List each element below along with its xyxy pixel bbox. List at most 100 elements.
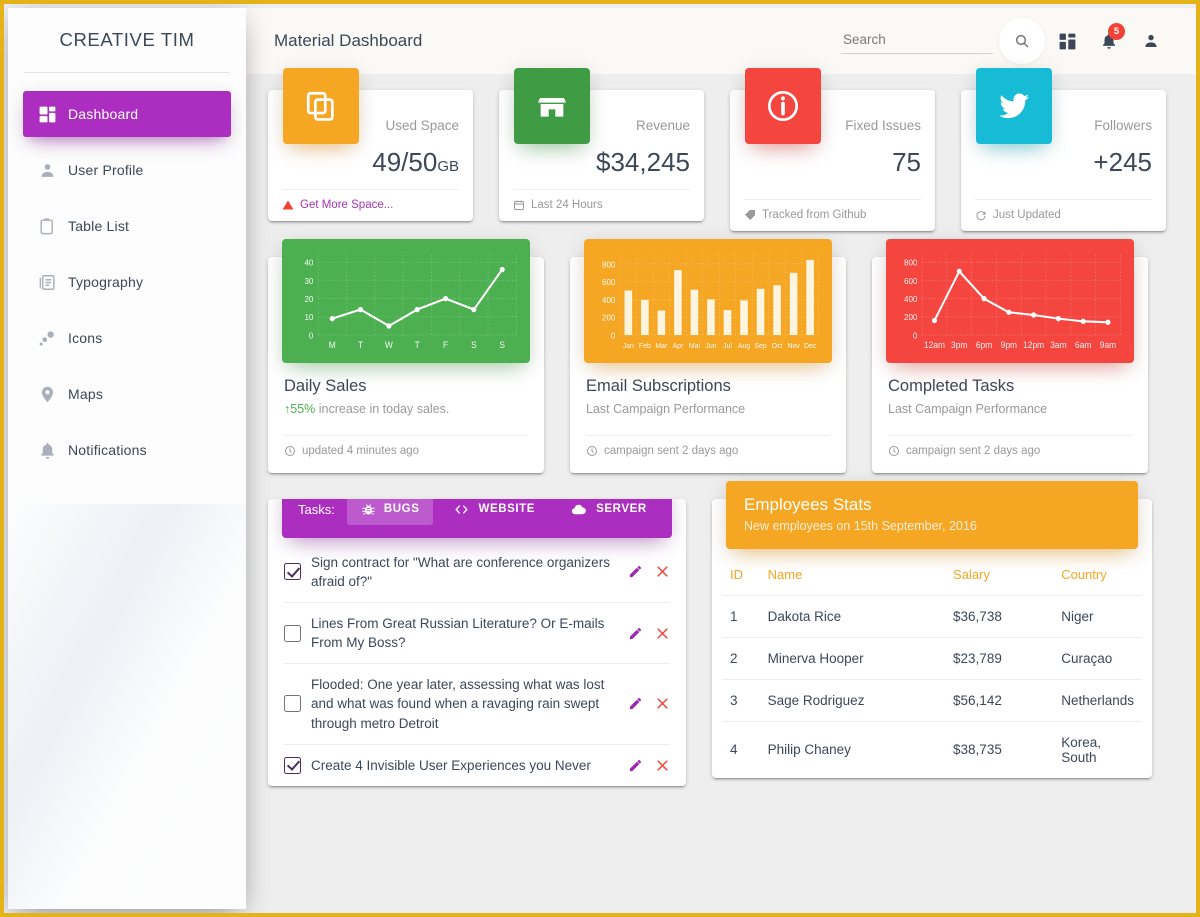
task-actions [628, 626, 670, 641]
svg-text:Sep: Sep [754, 341, 766, 349]
table-row[interactable]: 2 Minerva Hooper $23,789 Curaçao [722, 637, 1142, 680]
stat-number: +245 [1093, 147, 1152, 177]
task-checkbox[interactable] [284, 624, 301, 642]
person-icon [38, 161, 68, 180]
tag-icon [744, 209, 756, 221]
typography-icon [38, 273, 68, 292]
info-icon [745, 68, 821, 144]
store-icon [514, 68, 590, 144]
close-icon[interactable] [655, 626, 670, 641]
cell-country: Korea, South [1061, 734, 1101, 765]
cell-name: Sage Rodriguez [759, 679, 946, 722]
task-checkbox[interactable] [284, 756, 301, 774]
line-chart-svg: 0 10 20 30 40 M T W T F S S [304, 254, 517, 350]
svg-text:200: 200 [904, 312, 918, 322]
search-button[interactable] [999, 18, 1045, 64]
close-icon[interactable] [655, 758, 670, 773]
charts-row: 0 10 20 30 40 M T W T F S S Daily Sales ↑55% increa… [268, 238, 1178, 473]
stat-head: Used Space [282, 68, 459, 148]
search-input[interactable] [841, 28, 993, 54]
svg-text:9am: 9am [1100, 339, 1116, 349]
task-text: Lines From Great Russian Literature? Or … [311, 615, 605, 651]
svg-text:S: S [499, 339, 505, 349]
cell-salary: $38,735 [953, 742, 1002, 758]
table-header-row: ID Name Salary Country [722, 548, 1142, 596]
svg-text:M: M [329, 339, 336, 349]
table-head: ID Name Salary Country [722, 548, 1142, 596]
svg-text:3am: 3am [1050, 339, 1066, 349]
stat-head: Fixed Issues [744, 68, 921, 148]
close-icon[interactable] [655, 696, 670, 711]
sidebar-item-typography[interactable]: Typography [23, 259, 231, 305]
sidebar: CREATIVE TIM Dashboard User Profile Tabl… [8, 8, 246, 909]
pencil-icon[interactable] [628, 626, 643, 641]
chart-footer: campaign sent 2 days ago [586, 434, 830, 467]
chart-body: Email Subscriptions Last Campaign Perfor… [570, 363, 846, 419]
sidebar-item-notifications[interactable]: Notifications [23, 427, 231, 473]
tab-label: WEBSITE [478, 503, 536, 516]
column-header-name[interactable]: Name [759, 548, 946, 596]
pencil-icon[interactable] [628, 696, 643, 711]
tab-bugs[interactable]: BUGS [346, 498, 434, 525]
sidebar-item-maps[interactable]: Maps [23, 371, 231, 417]
cell-id: 2 [722, 637, 760, 680]
cloud-icon [569, 502, 588, 517]
table-row[interactable]: 3 Sage Rodriguez $56,142 Netherlands [722, 679, 1142, 722]
chart-card-email-subscriptions: 0 200 400 600 800 Jan Feb Mar Apr Mai Jun Jul Aug Sep… [570, 238, 846, 473]
tasks-label: Tasks: [298, 501, 335, 517]
svg-text:3pm: 3pm [951, 339, 967, 349]
employees-stats-card: Employees Stats New employees on 15th Se… [712, 480, 1152, 778]
task-row: Lines From Great Russian Literature? Or … [284, 603, 670, 665]
clipboard-icon [38, 217, 68, 236]
chart-title: Email Subscriptions [586, 376, 731, 395]
sidebar-item-label: Icons [68, 330, 103, 346]
pencil-icon[interactable] [628, 564, 643, 579]
sidebar-item-dashboard[interactable]: Dashboard [23, 91, 231, 137]
tab-server[interactable]: SERVER [555, 499, 661, 525]
pencil-icon[interactable] [628, 758, 643, 773]
sidebar-item-table-list[interactable]: Table List [23, 203, 231, 249]
column-header-country[interactable]: Country [1053, 548, 1142, 596]
table-body: 1 Dakota Rice $36,738 Niger 2 Minerva Ho… [722, 595, 1142, 778]
sidebar-item-icons[interactable]: Icons [23, 315, 231, 361]
column-header-id[interactable]: ID [722, 548, 760, 596]
calendar-icon [513, 199, 525, 211]
user-account-button[interactable] [1131, 21, 1171, 61]
table-row[interactable]: 1 Dakota Rice $36,738 Niger [722, 595, 1142, 638]
svg-text:Aug: Aug [738, 341, 750, 349]
stat-footer-label: Get More Space... [300, 198, 394, 211]
stat-value: +245 [975, 148, 1152, 199]
task-text: Flooded: One year later, assessing what … [311, 677, 605, 731]
stat-value: 49/50GB [282, 148, 459, 189]
svg-text:400: 400 [602, 294, 616, 304]
sidebar-item-user-profile[interactable]: User Profile [23, 147, 231, 193]
dashboard-icon [38, 105, 68, 124]
dashboard-content: Used Space 49/50GB Get More Space... Rev… [246, 68, 1196, 786]
tab-website[interactable]: WEBSITE [439, 499, 549, 525]
column-header-salary[interactable]: Salary [945, 548, 1054, 596]
svg-text:800: 800 [904, 257, 918, 267]
task-checkbox[interactable] [284, 695, 301, 713]
page-frame: CREATIVE TIM Dashboard User Profile Tabl… [4, 4, 1196, 913]
table-row[interactable]: 4 Philip Chaney $38,735 Korea, South [722, 721, 1142, 778]
task-checkbox[interactable] [284, 563, 301, 581]
warning-icon [282, 199, 294, 211]
dashboard-grid-button[interactable] [1047, 21, 1087, 61]
clock-icon [586, 445, 598, 457]
employees-subtitle: New employees on 15th September, 2016 [744, 518, 977, 533]
stat-category: Used Space [385, 118, 459, 133]
stat-footer[interactable]: Get More Space... [282, 188, 459, 221]
close-icon[interactable] [655, 564, 670, 579]
chart-subtitle-rest: increase in today sales. [315, 401, 450, 416]
sidebar-logo[interactable]: CREATIVE TIM [8, 8, 246, 72]
svg-text:9pm: 9pm [1001, 339, 1017, 349]
svg-text:0: 0 [309, 330, 314, 340]
location-pin-icon [38, 385, 68, 404]
employees-table-wrap: ID Name Salary Country 1 Dakota Rice $36… [712, 548, 1152, 778]
chart-footer-label: campaign sent 2 days ago [906, 444, 1041, 457]
svg-text:Oct: Oct [772, 341, 783, 349]
notifications-button[interactable]: 5 [1089, 21, 1129, 61]
svg-text:0: 0 [611, 330, 616, 340]
chart-footer: updated 4 minutes ago [284, 434, 528, 467]
grid-icon [1058, 32, 1077, 51]
